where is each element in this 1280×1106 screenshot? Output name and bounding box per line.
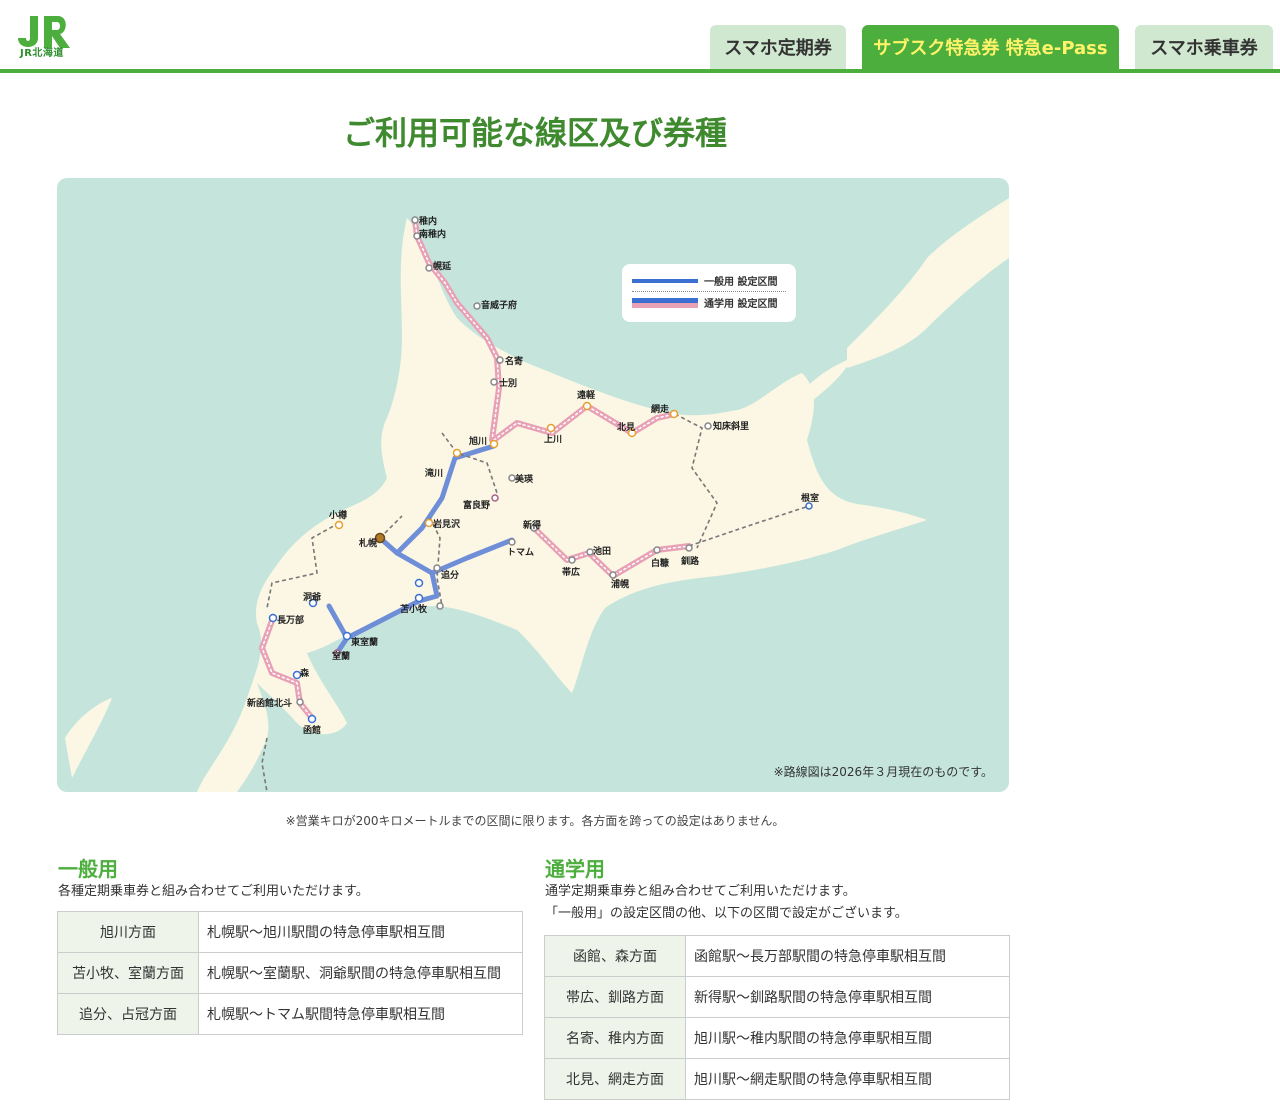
section-cell: 札幌駅〜トマム駅間特急停車駅相互間 [198, 993, 523, 1035]
page-title: ご利用可能な線区及び券種 [342, 114, 727, 152]
station-label: 白糠 [651, 559, 670, 569]
station-label: 遠軽 [577, 391, 596, 401]
direction-cell: 追分、占冠方面 [57, 993, 199, 1035]
station-label: 森 [300, 669, 310, 679]
tab-label: スマホ乗車券 [1150, 38, 1258, 59]
station-label: 札幌 [359, 539, 378, 549]
legend-label: 一般用 設定区間 [704, 277, 778, 288]
legend-commuter: 通学用 設定区間 [632, 295, 777, 310]
tab-subscription-express[interactable]: サブスク特急券 特急e-Pass [862, 25, 1119, 69]
route-map: 稚内 南稚内 幌延 音威子府 名寄 士別 旭川 上川 遠軽 北見 網走 知床斜里… [57, 178, 1009, 792]
map-legend: 一般用 設定区間 通学用 設定区間 [622, 264, 796, 322]
section-cell: 函館駅〜長万部駅間の特急停車駅相互間 [685, 935, 1010, 977]
station-label: 音威子府 [481, 301, 518, 311]
map-note: ※路線図は2026年３月現在のものです。 [773, 765, 993, 779]
section-cell: 札幌駅〜旭川駅間の特急停車駅相互間 [198, 911, 523, 953]
station-label: 岩見沢 [433, 520, 461, 530]
commuter-section-title: 通学用 [545, 857, 605, 881]
direction-cell: 苫小牧、室蘭方面 [57, 952, 199, 994]
tab-smartphone-commuter-pass[interactable]: スマホ定期券 [710, 25, 846, 69]
station-label: 根室 [801, 494, 820, 504]
commuter-table: 函館、森方面 函館駅〜長万部駅間の特急停車駅相互間 帯広、釧路方面 新得駅〜釧路… [544, 935, 1010, 1100]
direction-cell: 帯広、釧路方面 [544, 976, 686, 1018]
station-label: 稚内 [419, 217, 438, 227]
station-label: 長万部 [277, 616, 305, 626]
station-label: 名寄 [505, 357, 524, 367]
header-divider [0, 69, 1280, 73]
legend-swatch-general [632, 278, 698, 283]
station-label: 東室蘭 [351, 638, 379, 648]
direction-cell: 名寄、稚内方面 [544, 1017, 686, 1059]
station-label: 浦幌 [611, 580, 630, 590]
station-label: 網走 [651, 405, 670, 415]
site-header: JR北海道 スマホ定期券 サブスク特急券 特急e-Pass スマホ乗車券 [0, 0, 1280, 73]
table-row: 追分、占冠方面 札幌駅〜トマム駅間特急停車駅相互間 [57, 993, 523, 1035]
station-label: 美瑛 [515, 475, 534, 485]
direction-cell: 北見、網走方面 [544, 1058, 686, 1100]
section-cell: 旭川駅〜網走駅間の特急停車駅相互間 [685, 1058, 1010, 1100]
commuter-section-desc-2: 「一般用」の設定区間の他、以下の区間で設定がございます。 [545, 906, 908, 921]
station-label: 知床斜里 [713, 422, 750, 432]
section-cell: 札幌駅〜室蘭駅、洞爺駅間の特急停車駅相互間 [198, 952, 523, 994]
station-label: 釧路 [681, 557, 700, 567]
island-east [847, 198, 1009, 368]
station-label: 富良野 [463, 501, 491, 511]
table-row: 帯広、釧路方面 新得駅〜釧路駅間の特急停車駅相互間 [544, 976, 1010, 1018]
section-cell: 新得駅〜釧路駅間の特急停車駅相互間 [685, 976, 1010, 1018]
hokkaido-land [197, 218, 927, 792]
station-label: 旭川 [469, 437, 488, 447]
legend-general: 一般用 設定区間 [632, 273, 777, 288]
legend-divider [632, 291, 786, 292]
legend-label: 通学用 設定区間 [704, 299, 778, 310]
section-cell: 旭川駅〜稚内駅間の特急停車駅相互間 [685, 1017, 1010, 1059]
general-table: 旭川方面 札幌駅〜旭川駅間の特急停車駅相互間 苫小牧、室蘭方面 札幌駅〜室蘭駅、… [57, 911, 523, 1035]
table-row: 旭川方面 札幌駅〜旭川駅間の特急停車駅相互間 [57, 911, 523, 953]
station-label: 函館 [303, 726, 322, 736]
station-label: 帯広 [562, 568, 581, 578]
footnote: ※営業キロが200キロメートルまでの区間に限ります。各方面を跨っての設定はありま… [285, 814, 785, 828]
table-row: 北見、網走方面 旭川駅〜網走駅間の特急停車駅相互間 [544, 1058, 1010, 1100]
station-label: 追分 [441, 571, 460, 581]
route-map-svg [65, 198, 1009, 792]
general-section-desc: 各種定期乗車券と組み合わせてご利用いただけます。 [58, 884, 369, 899]
station-label: 洞爺 [303, 593, 322, 603]
table-row: 名寄、稚内方面 旭川駅〜稚内駅間の特急停車駅相互間 [544, 1017, 1010, 1059]
station-label: 苫小牧 [400, 605, 428, 615]
island-west [65, 698, 112, 778]
logo-text: JR北海道 [20, 48, 64, 59]
station-label: 南稚内 [419, 230, 447, 240]
station-label: 士別 [499, 379, 518, 389]
station-label: 北見 [617, 423, 636, 433]
station-label: 滝川 [425, 469, 444, 479]
direction-cell: 函館、森方面 [544, 935, 686, 977]
station-label: 上川 [544, 435, 563, 445]
commuter-section-desc: 通学定期乗車券と組み合わせてご利用いただけます。 [545, 884, 856, 899]
station-label: 池田 [593, 547, 612, 557]
tab-smartphone-ticket[interactable]: スマホ乗車券 [1135, 25, 1273, 69]
station-label: 室蘭 [332, 652, 351, 662]
legend-swatch-commuter [632, 297, 698, 308]
station-label: 新得 [523, 521, 542, 531]
station-label: 小樽 [329, 511, 348, 521]
station-label: 新函館北斗 [247, 699, 293, 709]
tab-label: スマホ定期券 [724, 38, 832, 59]
station-label: 幌延 [433, 262, 452, 272]
general-section-title: 一般用 [58, 857, 118, 881]
direction-cell: 旭川方面 [57, 911, 199, 953]
table-row: 苫小牧、室蘭方面 札幌駅〜室蘭駅、洞爺駅間の特急停車駅相互間 [57, 952, 523, 994]
table-row: 函館、森方面 函館駅〜長万部駅間の特急停車駅相互間 [544, 935, 1010, 977]
station-label: トマム [507, 548, 535, 558]
tab-label: サブスク特急券 特急e-Pass [873, 38, 1108, 59]
